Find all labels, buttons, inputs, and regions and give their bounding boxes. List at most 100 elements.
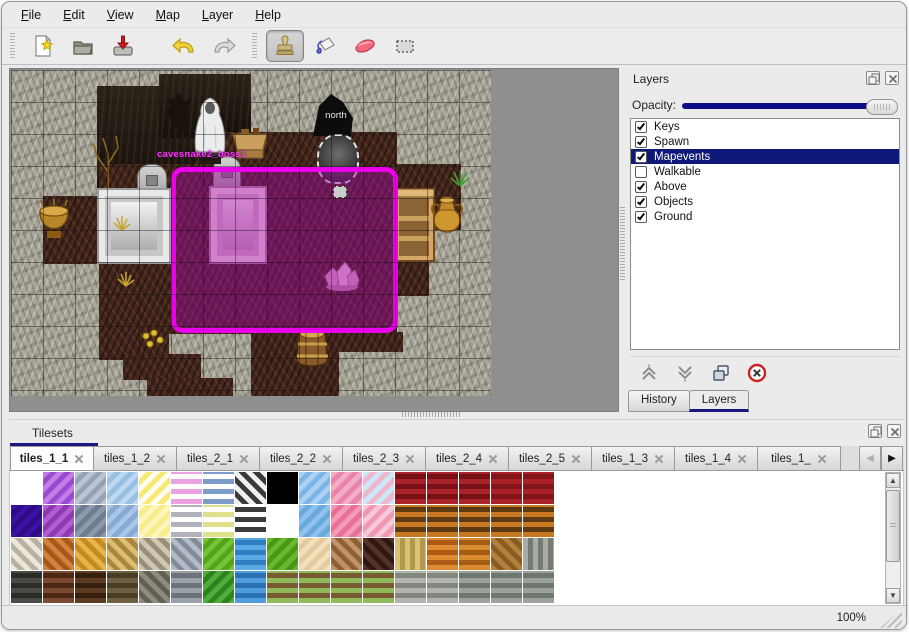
select-tool-button[interactable] bbox=[386, 30, 424, 62]
redo-button[interactable] bbox=[205, 30, 243, 62]
palette-tile[interactable] bbox=[107, 538, 138, 570]
menu-item-view[interactable]: View bbox=[96, 4, 145, 25]
tab-close-icon[interactable] bbox=[405, 454, 415, 464]
palette-tile[interactable] bbox=[363, 472, 394, 504]
tab-close-icon[interactable] bbox=[156, 454, 166, 464]
tab-close-icon[interactable] bbox=[817, 454, 827, 464]
tab-close-icon[interactable] bbox=[737, 454, 747, 464]
menu-item-map[interactable]: Map bbox=[145, 4, 191, 25]
palette-tile[interactable] bbox=[139, 472, 170, 504]
layer-row-keys[interactable]: Keys bbox=[631, 119, 899, 134]
palette-tile[interactable] bbox=[299, 472, 330, 504]
map-selection-rectangle[interactable] bbox=[171, 167, 398, 333]
vertical-splitter-handle[interactable] bbox=[620, 207, 625, 282]
dock-tab-layers[interactable]: Layers bbox=[689, 390, 750, 412]
palette-tile[interactable] bbox=[235, 571, 266, 603]
layer-visible-checkbox[interactable] bbox=[635, 181, 647, 193]
palette-tile[interactable] bbox=[75, 472, 106, 504]
palette-tile[interactable] bbox=[459, 505, 490, 537]
dock-tab-history[interactable]: History bbox=[628, 390, 690, 412]
palette-tile[interactable] bbox=[427, 538, 458, 570]
palette-tile[interactable] bbox=[331, 505, 362, 537]
palette-tile[interactable] bbox=[459, 571, 490, 603]
palette-tile[interactable] bbox=[11, 505, 42, 537]
toolbar-grip[interactable] bbox=[10, 33, 15, 59]
palette-tile[interactable] bbox=[235, 538, 266, 570]
delete-layer-button[interactable] bbox=[746, 362, 768, 384]
close-panel-button[interactable] bbox=[887, 424, 901, 438]
palette-tile[interactable] bbox=[491, 538, 522, 570]
menu-item-layer[interactable]: Layer bbox=[191, 4, 244, 25]
palette-tile[interactable] bbox=[331, 571, 362, 603]
tileset-tab-tiles_1_[interactable]: tiles_1_ bbox=[757, 446, 841, 471]
palette-tile[interactable] bbox=[203, 472, 234, 504]
palette-tile[interactable] bbox=[523, 538, 554, 570]
menu-item-file[interactable]: File bbox=[10, 4, 52, 25]
fill-tool-button[interactable] bbox=[306, 30, 344, 62]
layer-visible-checkbox[interactable] bbox=[635, 136, 647, 148]
palette-tile[interactable] bbox=[491, 472, 522, 504]
opacity-slider-track[interactable] bbox=[682, 103, 896, 109]
palette-tile[interactable] bbox=[299, 538, 330, 570]
raise-layer-button[interactable] bbox=[638, 362, 660, 384]
layer-visible-checkbox[interactable] bbox=[635, 211, 647, 223]
palette-tile[interactable] bbox=[43, 505, 74, 537]
stamp-tool-button[interactable] bbox=[266, 30, 304, 62]
palette-tile[interactable] bbox=[363, 571, 394, 603]
lower-layer-button[interactable] bbox=[674, 362, 696, 384]
layer-visible-checkbox[interactable] bbox=[635, 166, 647, 178]
palette-tile[interactable] bbox=[11, 472, 42, 504]
map-canvas[interactable]: north bbox=[11, 70, 491, 396]
palette-tile[interactable] bbox=[139, 571, 170, 603]
palette-tile[interactable] bbox=[139, 538, 170, 570]
palette-tile[interactable] bbox=[171, 538, 202, 570]
palette-tile[interactable] bbox=[395, 571, 426, 603]
palette-tile[interactable] bbox=[171, 505, 202, 537]
layer-row-spawn[interactable]: Spawn bbox=[631, 134, 899, 149]
palette-tile[interactable] bbox=[43, 571, 74, 603]
palette-tile[interactable] bbox=[459, 472, 490, 504]
layer-row-walkable[interactable]: Walkable bbox=[631, 164, 899, 179]
palette-tile[interactable] bbox=[203, 571, 234, 603]
tileset-tab-tiles_2_4[interactable]: tiles_2_4 bbox=[425, 446, 509, 471]
palette-tile[interactable] bbox=[491, 505, 522, 537]
scrollbar-thumb[interactable] bbox=[886, 490, 900, 562]
palette-tile[interactable] bbox=[203, 505, 234, 537]
palette-tile[interactable] bbox=[299, 571, 330, 603]
tabs-scroll-left-button[interactable]: ◀ bbox=[859, 446, 881, 471]
palette-tile[interactable] bbox=[331, 538, 362, 570]
palette-tile[interactable] bbox=[363, 505, 394, 537]
palette-tile[interactable] bbox=[523, 571, 554, 603]
palette-tile[interactable] bbox=[235, 472, 266, 504]
palette-tile[interactable] bbox=[395, 472, 426, 504]
tab-close-icon[interactable] bbox=[571, 454, 581, 464]
palette-tile[interactable] bbox=[203, 538, 234, 570]
tileset-tab-tiles_1_3[interactable]: tiles_1_3 bbox=[591, 446, 675, 471]
tabs-scroll-right-button[interactable]: ▶ bbox=[881, 446, 903, 471]
tileset-tab-tiles_2_5[interactable]: tiles_2_5 bbox=[508, 446, 592, 471]
palette-tile[interactable] bbox=[267, 538, 298, 570]
palette-tile[interactable] bbox=[459, 538, 490, 570]
palette-tile[interactable] bbox=[11, 571, 42, 603]
layer-visible-checkbox[interactable] bbox=[635, 121, 647, 133]
palette-tile[interactable] bbox=[107, 571, 138, 603]
palette-tile[interactable] bbox=[171, 472, 202, 504]
save-map-button[interactable] bbox=[104, 30, 142, 62]
scroll-down-button[interactable]: ▼ bbox=[886, 588, 900, 603]
palette-tile[interactable] bbox=[267, 472, 298, 504]
tileset-vertical-scrollbar[interactable]: ▲ ▼ bbox=[885, 472, 901, 604]
palette-tile[interactable] bbox=[427, 472, 458, 504]
tileset-tab-tiles_2_2[interactable]: tiles_2_2 bbox=[259, 446, 343, 471]
palette-tile[interactable] bbox=[331, 472, 362, 504]
horizontal-splitter-handle[interactable] bbox=[402, 412, 460, 417]
tileset-tab-tiles_1_4[interactable]: tiles_1_4 bbox=[674, 446, 758, 471]
palette-tile[interactable] bbox=[171, 571, 202, 603]
palette-tile[interactable] bbox=[75, 538, 106, 570]
palette-tile[interactable] bbox=[267, 571, 298, 603]
tileset-tab-tiles_2_1[interactable]: tiles_2_1 bbox=[176, 446, 260, 471]
layer-visible-checkbox[interactable] bbox=[635, 196, 647, 208]
tab-close-icon[interactable] bbox=[654, 454, 664, 464]
palette-tile[interactable] bbox=[427, 505, 458, 537]
palette-tile[interactable] bbox=[363, 538, 394, 570]
palette-tile[interactable] bbox=[43, 538, 74, 570]
